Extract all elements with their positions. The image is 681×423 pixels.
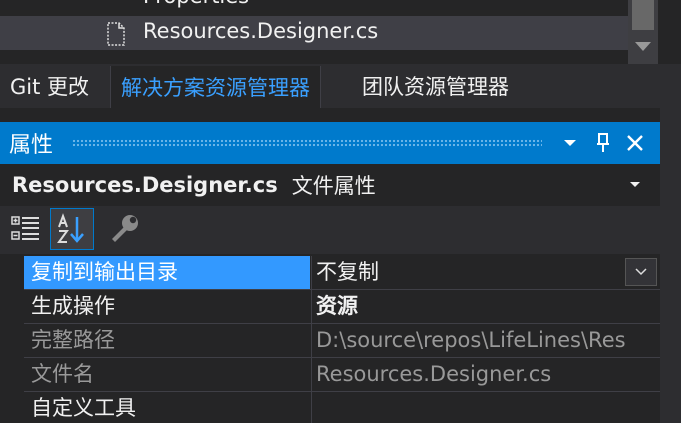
property-value[interactable] [311, 392, 660, 423]
scrollbar-thumb[interactable] [632, 0, 654, 30]
tool-window-tab-strip: Git 更改 解决方案资源管理器 团队资源管理器 [0, 66, 681, 108]
properties-title-bar: 属性 [0, 122, 660, 164]
solution-explorer-tree: Properties Resources.Designer.cs [0, 0, 681, 66]
property-value[interactable]: 不复制 [311, 256, 660, 289]
selected-object-type: 文件属性 [291, 174, 376, 198]
chevron-down-icon [635, 268, 647, 276]
property-row-full-path[interactable]: 完整路径 D:\source\repos\LifeLines\Res [24, 324, 660, 358]
property-row-file-name[interactable]: 文件名 Resources.Designer.cs [24, 358, 660, 392]
categorized-icon [11, 216, 39, 240]
properties-title: 属性 [9, 133, 54, 158]
pin-icon [597, 133, 609, 152]
property-name: 复制到输出目录 [24, 256, 310, 289]
chevron-down-icon [564, 140, 576, 146]
selected-object-name: Resources.Designer.cs [12, 173, 278, 197]
property-value: Resources.Designer.cs [311, 358, 660, 391]
property-name: 完整路径 [31, 328, 115, 352]
property-value-text: 不复制 [316, 260, 379, 284]
pin-button[interactable] [590, 129, 616, 157]
categorized-button[interactable] [4, 208, 48, 250]
tree-item-label: Resources.Designer.cs [143, 19, 379, 43]
properties-toolbar [0, 206, 660, 254]
tree-scrollbar[interactable] [628, 0, 658, 66]
tab-git-changes[interactable]: Git 更改 [0, 66, 99, 106]
property-name: 自定义工具 [31, 396, 136, 420]
tree-item-label: Properties [143, 0, 249, 8]
tree-item-resources-designer[interactable]: Resources.Designer.cs [0, 16, 628, 50]
file-icon [106, 22, 126, 46]
chevron-down-icon [630, 182, 640, 187]
scroll-down-arrow-icon[interactable] [635, 42, 651, 51]
alphabetical-button[interactable] [50, 208, 94, 250]
window-position-dropdown[interactable] [557, 129, 583, 157]
property-pages-button[interactable] [102, 208, 146, 250]
object-selector[interactable]: Resources.Designer.cs 文件属性 [0, 164, 660, 206]
property-name: 生成操作 [31, 294, 115, 318]
tab-team-explorer[interactable]: 团队资源管理器 [352, 66, 519, 106]
tab-solution-explorer[interactable]: 解决方案资源管理器 [110, 66, 321, 108]
window-edge [660, 108, 681, 423]
property-row-build-action[interactable]: 生成操作 资源 [24, 290, 660, 324]
property-name: 文件名 [31, 362, 94, 386]
property-grid: 复制到输出目录 不复制 生成操作 资源 完整路径 D:\source\repos… [0, 256, 660, 423]
alphabetical-sort-icon [57, 213, 84, 243]
value-dropdown-button[interactable] [625, 258, 657, 286]
grid-gutter [0, 256, 24, 423]
property-value[interactable]: 资源 [311, 290, 660, 323]
property-pages-wrench-icon [112, 215, 138, 242]
close-button[interactable] [622, 129, 648, 157]
close-icon [627, 135, 643, 151]
tree-item-properties[interactable]: Properties [0, 0, 628, 10]
title-drag-grip[interactable] [72, 139, 542, 147]
property-row-copy-to-output[interactable]: 复制到输出目录 不复制 [24, 256, 660, 290]
property-row-custom-tool[interactable]: 自定义工具 [24, 392, 660, 423]
property-value: D:\source\repos\LifeLines\Res [311, 324, 660, 357]
